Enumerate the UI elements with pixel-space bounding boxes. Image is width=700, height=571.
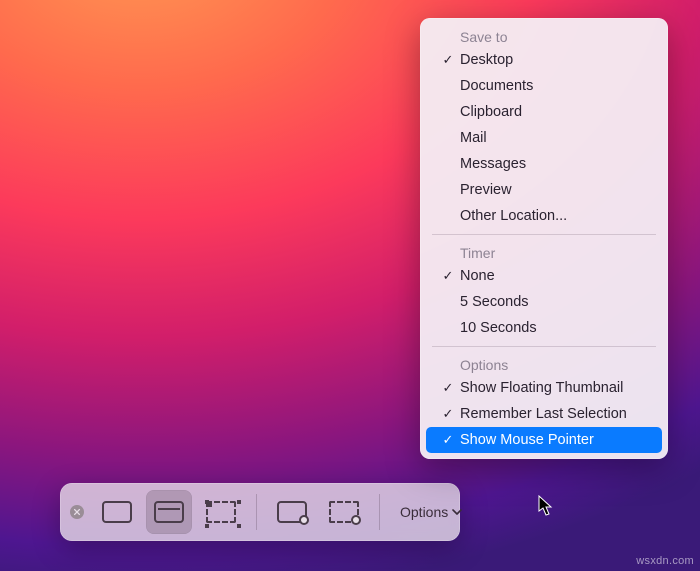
menu-item-timer-10s[interactable]: 10 Seconds <box>420 315 668 341</box>
check-icon: ✓ <box>440 406 456 422</box>
screen-icon <box>102 501 132 523</box>
selection-icon <box>206 501 236 523</box>
menu-item-label: Other Location... <box>460 208 650 224</box>
chevron-down-icon <box>452 507 462 517</box>
menu-item-label: Clipboard <box>460 104 650 120</box>
menu-item-label: 10 Seconds <box>460 320 650 336</box>
record-selection-button[interactable] <box>321 490 367 534</box>
toolbar-divider <box>256 494 257 530</box>
menu-item-label: None <box>460 268 650 284</box>
window-icon <box>154 501 184 523</box>
toolbar-divider-2 <box>379 494 380 530</box>
menu-item-label: Desktop <box>460 52 650 68</box>
menu-item-show-floating-thumbnail[interactable]: ✓ Show Floating Thumbnail <box>420 375 668 401</box>
check-icon: ✓ <box>440 52 456 68</box>
options-button[interactable]: Options <box>392 490 470 534</box>
capture-window-button[interactable] <box>146 490 192 534</box>
menu-item-show-mouse-pointer[interactable]: ✓ Show Mouse Pointer <box>426 427 662 453</box>
record-entire-screen-button[interactable] <box>269 490 315 534</box>
menu-item-timer-none[interactable]: ✓ None <box>420 263 668 289</box>
section-title-timer: Timer <box>420 240 668 263</box>
watermark: wsxdn.com <box>636 555 694 567</box>
menu-item-label: 5 Seconds <box>460 294 650 310</box>
capture-selection-button[interactable] <box>198 490 244 534</box>
menu-item-documents[interactable]: Documents <box>420 73 668 99</box>
menu-item-clipboard[interactable]: Clipboard <box>420 99 668 125</box>
screenshot-toolbar: Options <box>60 483 460 541</box>
menu-item-label: Show Mouse Pointer <box>460 432 650 448</box>
menu-item-messages[interactable]: Messages <box>420 151 668 177</box>
menu-item-remember-last-selection[interactable]: ✓ Remember Last Selection <box>420 401 668 427</box>
menu-item-preview[interactable]: Preview <box>420 177 668 203</box>
options-label: Options <box>400 504 448 520</box>
menu-separator <box>432 234 656 235</box>
close-button[interactable] <box>70 505 84 519</box>
menu-separator <box>432 346 656 347</box>
record-selection-icon <box>329 501 359 523</box>
menu-item-label: Documents <box>460 78 650 94</box>
menu-item-label: Messages <box>460 156 650 172</box>
record-screen-icon <box>277 501 307 523</box>
menu-item-other-location[interactable]: Other Location... <box>420 203 668 229</box>
section-title-options: Options <box>420 352 668 375</box>
menu-item-label: Mail <box>460 130 650 146</box>
menu-item-timer-5s[interactable]: 5 Seconds <box>420 289 668 315</box>
close-icon <box>73 508 81 516</box>
menu-item-label: Show Floating Thumbnail <box>460 380 650 396</box>
capture-entire-screen-button[interactable] <box>94 490 140 534</box>
menu-item-label: Remember Last Selection <box>460 406 650 422</box>
check-icon: ✓ <box>440 380 456 396</box>
menu-item-desktop[interactable]: ✓ Desktop <box>420 47 668 73</box>
check-icon: ✓ <box>440 268 456 284</box>
menu-item-label: Preview <box>460 182 650 198</box>
section-title-save-to: Save to <box>420 24 668 47</box>
options-menu: Save to ✓ Desktop Documents Clipboard Ma… <box>420 18 668 459</box>
menu-item-mail[interactable]: Mail <box>420 125 668 151</box>
check-icon: ✓ <box>440 432 456 448</box>
